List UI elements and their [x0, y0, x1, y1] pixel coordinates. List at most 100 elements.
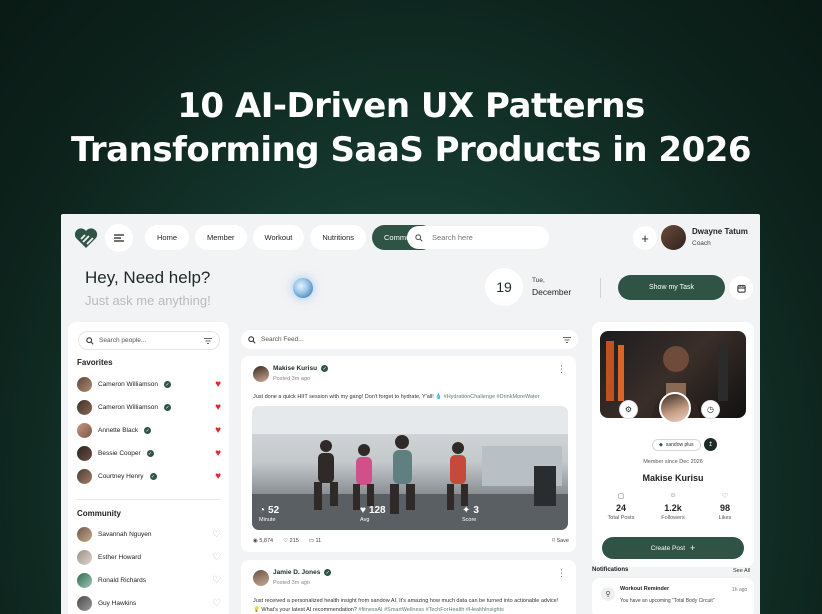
share-icon: ↥: [707, 442, 714, 448]
followers-icon: ☺: [669, 492, 677, 499]
stat-likes[interactable]: ♡ 98 Likes: [700, 492, 750, 521]
search-icon: [415, 233, 423, 242]
profile-avatar[interactable]: [659, 392, 691, 424]
calendar-button[interactable]: [729, 276, 753, 300]
divider: [600, 278, 601, 298]
settings-button[interactable]: ⚙: [620, 401, 637, 418]
favorite-item[interactable]: Bessie Cooper ✓ ♥: [77, 445, 221, 462]
calendar-icon: [736, 284, 746, 293]
person-name: Savannah Nguyen: [98, 531, 152, 538]
user-name: Dwayne Tatum: [692, 227, 748, 236]
bookmark-icon: ⌑: [552, 538, 555, 544]
comment-button[interactable]: ▭ 11: [309, 538, 321, 544]
heart-rate-icon: ♥: [360, 505, 366, 516]
like-button[interactable]: ♡ 215: [283, 538, 299, 544]
views-count[interactable]: ◉ 5,874: [253, 538, 273, 544]
nav-workout[interactable]: Workout: [252, 225, 305, 250]
person-name: Annette Black: [98, 427, 139, 434]
headline-line-1: 10 AI-Driven UX Patterns: [177, 86, 645, 126]
save-button[interactable]: ⌑ Save: [552, 538, 569, 544]
likes-value: 215: [289, 538, 299, 544]
nav-home[interactable]: Home: [145, 225, 190, 250]
plus-icon: +: [690, 543, 696, 553]
menu-button[interactable]: [105, 224, 133, 252]
heart-outline-icon[interactable]: ♡: [212, 552, 221, 563]
heart-outline-icon[interactable]: ♡: [212, 575, 221, 586]
community-item[interactable]: Ronald Richards ♡: [77, 572, 221, 589]
notification-title: Workout Reminder: [620, 586, 670, 592]
gear-icon: ⚙: [624, 405, 633, 414]
more-options-icon[interactable]: ⋮: [557, 568, 566, 579]
heart-icon[interactable]: ♥: [215, 448, 221, 459]
avatar: [77, 573, 92, 588]
person-name: Courtney Henry: [98, 473, 144, 480]
community-item[interactable]: Savannah Nguyen ♡: [77, 526, 221, 543]
nav-member[interactable]: Member: [195, 225, 247, 250]
avatar[interactable]: [253, 570, 269, 586]
create-post-button[interactable]: Create Post +: [602, 537, 744, 559]
avatar: [77, 596, 92, 611]
post-image[interactable]: ◔ 52 Minute ♥ 128 Avg ✦ 3 Score: [252, 406, 568, 530]
assistant-prompt[interactable]: Just ask me anything!: [85, 293, 211, 308]
feed-search-input[interactable]: Search Feed...: [241, 330, 578, 349]
heart-outline-icon[interactable]: ♡: [212, 529, 221, 540]
community-item[interactable]: Guy Hawkins ♡: [77, 595, 221, 612]
post-icon: ▢: [617, 493, 625, 500]
hamburger-icon: [114, 234, 124, 242]
verified-icon: ✓: [163, 404, 171, 411]
heart-outline-icon[interactable]: ♡: [212, 598, 221, 609]
people-search-input[interactable]: Search people...: [78, 331, 220, 350]
person-name: Cameron Williamson: [98, 404, 158, 411]
favorite-item[interactable]: Courtney Henry ✓ ♥: [77, 468, 221, 485]
post-text: Just done a quick HIIT session with my g…: [253, 393, 568, 402]
activity-button[interactable]: ◷: [702, 401, 719, 418]
more-options-icon[interactable]: ⋮: [557, 364, 566, 375]
user-avatar[interactable]: [661, 225, 686, 250]
heart-icon[interactable]: ♥: [215, 471, 221, 482]
nav-nutritions[interactable]: Nutritions: [310, 225, 367, 250]
post-tags[interactable]: #fitnessAI #SmartWellness #TechForHealth…: [358, 607, 503, 613]
verified-icon: ✓: [149, 473, 157, 480]
create-post-label: Create Post: [650, 544, 686, 552]
post-author[interactable]: Jamie D. Jones ✓: [273, 569, 332, 576]
search-placeholder: Search here: [432, 233, 473, 242]
add-button[interactable]: +: [633, 226, 657, 250]
see-all-link[interactable]: See All: [733, 568, 750, 574]
show-task-button[interactable]: Show my Task: [618, 275, 725, 300]
filter-icon[interactable]: [204, 337, 212, 344]
post-author-name: Jamie D. Jones: [273, 569, 321, 576]
post-time: Posted 3m ago: [273, 580, 310, 586]
app-window: Home Member Workout Nutritions Community…: [61, 214, 760, 614]
heart-icon[interactable]: ♥: [215, 379, 221, 390]
notification-item[interactable]: ⚲ Workout Reminder 1h ago You have an up…: [592, 578, 754, 614]
post-body: Just received a personalized health insi…: [253, 598, 559, 604]
avatar: [77, 469, 92, 484]
post-author[interactable]: Makise Kurisu ✓: [273, 365, 329, 372]
post-tags[interactable]: #HydrationChallenge #DrinkMoreWater: [444, 394, 540, 400]
profile-name: Makise Kurisu: [642, 473, 704, 483]
post-body: Just done a quick HIIT session with my g…: [253, 394, 443, 400]
favorite-item[interactable]: Cameron Williamson ✓ ♥: [77, 399, 221, 416]
avatar[interactable]: [253, 366, 269, 382]
stat-value: 3: [473, 505, 479, 516]
stat-followers[interactable]: ☺ 1.2k Followers: [648, 492, 698, 521]
logo-icon[interactable]: [74, 227, 98, 249]
heart-icon[interactable]: ♥: [215, 402, 221, 413]
community-item[interactable]: Esther Howard ♡: [77, 549, 221, 566]
divider: [77, 499, 221, 500]
filter-icon[interactable]: [563, 336, 571, 343]
feed-search-placeholder: Search Feed...: [261, 336, 304, 343]
stat-total-posts[interactable]: ▢ 24 Total Posts: [596, 492, 646, 521]
stat-label: Likes: [718, 515, 732, 521]
avatar: [77, 423, 92, 438]
heart-icon[interactable]: ♥: [215, 425, 221, 436]
ai-orb-icon[interactable]: [293, 278, 313, 298]
clock-icon: ◷: [707, 405, 714, 414]
notifications-title: Notifications: [592, 567, 629, 573]
favorite-item[interactable]: Cameron Williamson ✓ ♥: [77, 376, 221, 393]
avatar: [77, 527, 92, 542]
favorite-item[interactable]: Annette Black ✓ ♥: [77, 422, 221, 439]
share-button[interactable]: ↥: [704, 438, 717, 451]
search-input[interactable]: Search here: [407, 226, 549, 249]
notification-time: 1h ago: [732, 587, 748, 593]
